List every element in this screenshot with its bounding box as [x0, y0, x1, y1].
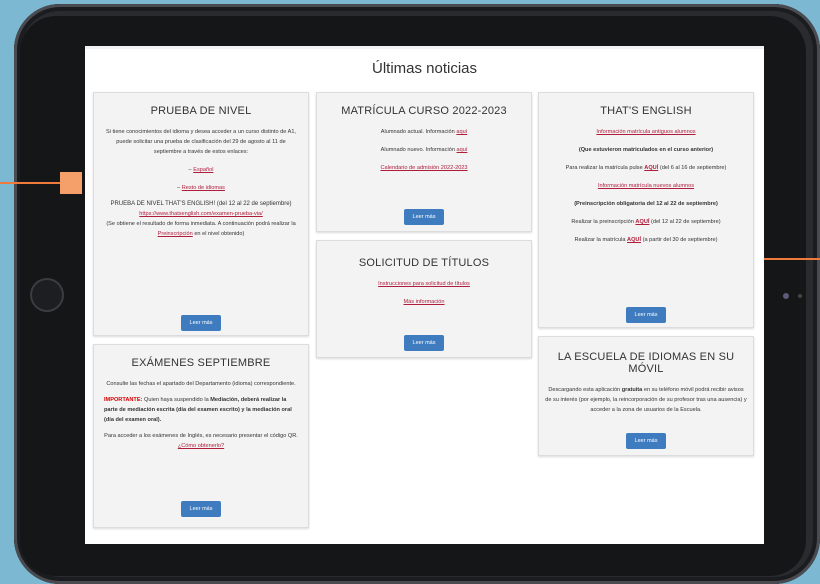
annotation-line-right: [764, 258, 820, 260]
card-title: SOLICITUD DE TÍTULOS: [358, 257, 490, 269]
header-divider: [85, 46, 764, 49]
card-text: (a partir del 30 de septiembre): [642, 237, 718, 243]
card-title: PRUEBA DE NIVEL: [150, 105, 252, 117]
link-thatsenglish-url[interactable]: https://www.thatsenglish.com/examen-prue…: [139, 211, 262, 217]
link-resto-idiomas[interactable]: Resto de idiomas: [182, 185, 225, 191]
card-text: (Preinscripción obligatoria del 12 al 22…: [574, 201, 718, 207]
card-text: Realizar la preinscripción: [571, 219, 634, 225]
card-text: (del 12 al 22 de septiembre): [650, 219, 721, 225]
card-text: en el nivel obtenido): [194, 231, 245, 237]
link-preinscripcion[interactable]: Preinscripción: [158, 231, 193, 237]
card-title: LA ESCUELA DE IDIOMAS EN SU MÓVIL: [557, 351, 735, 375]
card-text: (Que estuvieron matriculados en el curso…: [578, 147, 714, 153]
link-aqui-actual[interactable]: aquí: [456, 129, 467, 135]
card-text: Descargando esta aplicación: [548, 387, 621, 393]
annotation-marker: [60, 172, 82, 194]
card-text: Para realizar la matrícula pulse: [565, 165, 643, 171]
card-text: gratuita: [621, 387, 643, 393]
link-antiguos-alumnos[interactable]: Información matrícula antiguos alumnos: [596, 129, 695, 135]
card-examenes: EXÁMENES SEPTIEMBRE Consulte las fechas …: [93, 344, 309, 528]
link-instrucciones[interactable]: Instrucciones para solicitud de títulos: [378, 281, 470, 287]
link-aqui-nuevo[interactable]: aquí: [457, 147, 468, 153]
card-prueba-nivel: PRUEBA DE NIVEL Si tiene conocimientos d…: [93, 92, 309, 336]
link-calendario-admision[interactable]: Calendario de admisión 2022-2023: [380, 165, 467, 171]
link-aqui-matricula-nuevos[interactable]: AQUÍ: [627, 237, 641, 243]
importante-label: IMPORTANTE:: [104, 397, 143, 403]
leer-mas-button[interactable]: Leer más: [403, 209, 445, 225]
card-text: (del 6 al 16 de septiembre): [659, 165, 727, 171]
card-text: Quien haya suspendido la: [144, 397, 209, 403]
link-como-obtenerlo[interactable]: ¿Cómo obtenerlo?: [178, 443, 224, 449]
camera-icon: [783, 293, 789, 299]
leer-mas-button[interactable]: Leer más: [180, 315, 222, 331]
card-title: MATRÍCULA CURSO 2022-2023: [341, 105, 507, 117]
card-title: THAT'S ENGLISH: [600, 105, 692, 117]
sensor-icon: [798, 294, 802, 298]
card-text: Consulte las fechas el apartado del Depa…: [106, 381, 296, 387]
link-espanol[interactable]: Español: [193, 167, 213, 173]
card-title: EXÁMENES SEPTIEMBRE: [131, 357, 271, 369]
card-text: Para acceder a los exámenes de Inglés, e…: [104, 433, 298, 439]
card-thats-english: THAT'S ENGLISH Información matrícula ant…: [538, 92, 754, 328]
link-mas-informacion[interactable]: Más información: [403, 299, 444, 305]
card-text: Si tiene conocimientos del idioma y dese…: [106, 129, 296, 155]
annotation-line-left: [0, 182, 62, 184]
card-text: PRUEBA DE NIVEL THAT'S ENGLISH!: [110, 201, 216, 207]
leer-mas-button[interactable]: Leer más: [403, 335, 445, 351]
link-aqui-matricula[interactable]: AQUÍ: [644, 165, 658, 171]
web-page: Últimas noticias PRUEBA DE NIVEL Si tien…: [85, 46, 764, 544]
card-text: Realizar la matrícula: [574, 237, 626, 243]
leer-mas-button[interactable]: Leer más: [625, 433, 667, 449]
card-matricula: MATRÍCULA CURSO 2022-2023 Alumnado actua…: [316, 92, 532, 232]
link-aqui-preinscripcion[interactable]: AQUÍ: [635, 219, 649, 225]
card-text: Alumnado actual. Información: [380, 129, 455, 135]
card-text: (Se obtiene el resultado de forma inmedi…: [106, 221, 296, 227]
page-title: Últimas noticias: [371, 60, 478, 77]
card-text: (del 12 al 22 de septiembre): [216, 201, 292, 207]
card-text: Alumnado nuevo. Información: [380, 147, 455, 153]
leer-mas-button[interactable]: Leer más: [625, 307, 667, 323]
home-button[interactable]: [30, 278, 64, 312]
card-escuela-movil: LA ESCUELA DE IDIOMAS EN SU MÓVIL Descar…: [538, 336, 754, 456]
link-nuevos-alumnos[interactable]: Información matrícula nuevos alumnos: [598, 183, 694, 189]
leer-mas-button[interactable]: Leer más: [180, 501, 222, 517]
card-solicitud-titulos: SOLICITUD DE TÍTULOS Instrucciones para …: [316, 240, 532, 358]
